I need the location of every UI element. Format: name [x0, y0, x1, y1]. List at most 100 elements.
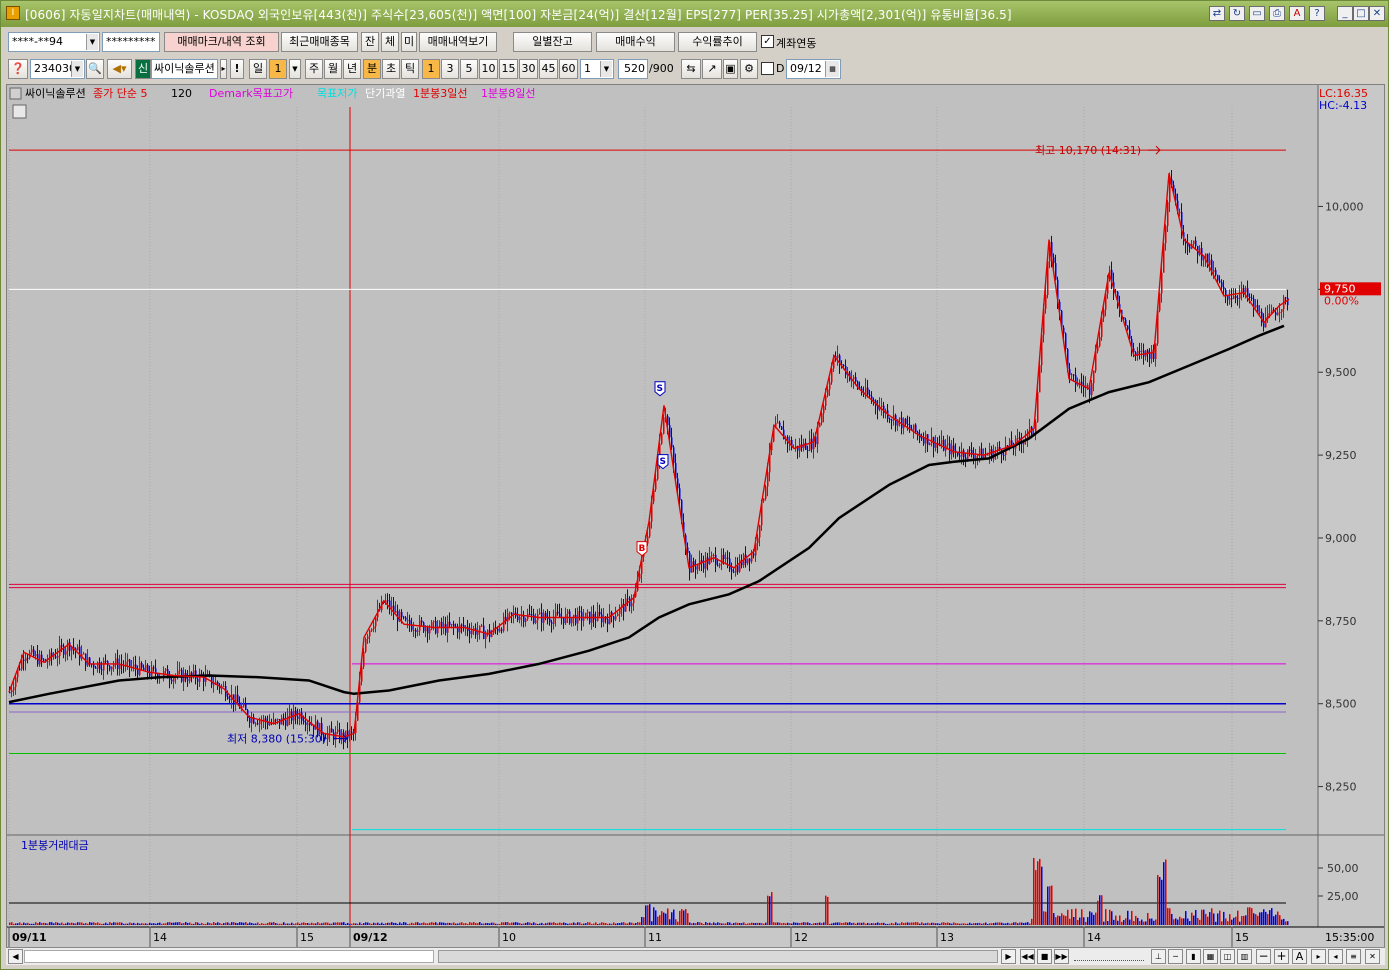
- scroll-left-icon[interactable]: ◀: [8, 949, 23, 964]
- line-tool-icon[interactable]: ↗: [702, 59, 722, 79]
- candle-body: [1055, 263, 1057, 280]
- volume-bar: [563, 922, 565, 925]
- date-picker[interactable]: 09/12 ▦: [786, 59, 841, 79]
- close-panel-icon[interactable]: ✕: [1365, 949, 1380, 964]
- tab-day-count[interactable]: 1: [269, 59, 287, 79]
- candle-body: [819, 422, 821, 427]
- candle-body: [1127, 325, 1129, 330]
- volume-bar: [761, 923, 763, 925]
- balance-button[interactable]: 잔: [361, 32, 379, 52]
- volume-bar: [849, 922, 851, 925]
- rewind-icon[interactable]: ◀◀: [1020, 949, 1035, 964]
- password-field[interactable]: *********: [102, 32, 160, 52]
- range-input[interactable]: 520: [618, 59, 648, 79]
- expand-icon[interactable]: ▸: [1311, 949, 1326, 964]
- zoom-out-icon[interactable]: −: [1256, 949, 1271, 964]
- volume-bar: [545, 923, 547, 925]
- trade-profit-button[interactable]: 매매수익: [596, 32, 675, 52]
- search-icon[interactable]: 🔍: [86, 59, 104, 79]
- unfilled-button[interactable]: 미: [401, 32, 417, 52]
- candle-body: [595, 619, 597, 621]
- refresh-icon[interactable]: ↻: [1229, 6, 1245, 21]
- minute-10[interactable]: 10: [479, 59, 498, 79]
- calendar-icon[interactable]: ▦: [825, 61, 839, 77]
- text-size-icon[interactable]: A: [1292, 949, 1307, 964]
- volume-bar: [861, 922, 863, 925]
- scroll-thumb[interactable]: [438, 950, 998, 963]
- minute-3[interactable]: 3: [441, 59, 459, 79]
- search-stock-icon[interactable]: ❓: [8, 59, 28, 79]
- fill-icon[interactable]: ▦: [1203, 949, 1218, 964]
- zoom-in-icon[interactable]: +: [1274, 949, 1289, 964]
- tab-day[interactable]: 일: [249, 59, 267, 79]
- bars-icon[interactable]: ▮: [1186, 949, 1201, 964]
- d-checkbox[interactable]: [761, 62, 774, 75]
- volume-bar: [215, 923, 217, 925]
- account-link-checkbox[interactable]: ✓: [761, 35, 774, 48]
- daily-balance-button[interactable]: 일별잔고: [513, 32, 592, 52]
- volume-bar: [789, 923, 791, 925]
- gear-icon[interactable]: ⚙: [740, 59, 758, 79]
- volume-bar: [661, 911, 663, 925]
- minute-45[interactable]: 45: [539, 59, 558, 79]
- minimize-icon[interactable]: _: [1337, 6, 1353, 21]
- chevron-down-icon[interactable]: ▼: [289, 59, 301, 79]
- minute-5[interactable]: 5: [460, 59, 478, 79]
- stock-name-field[interactable]: 싸이닉솔루션: [151, 59, 218, 79]
- scroll-right-icon[interactable]: ▶: [1001, 949, 1016, 964]
- alert-icon[interactable]: !: [230, 59, 244, 79]
- link-icon[interactable]: ⇄: [1209, 6, 1225, 21]
- account-select[interactable]: ****-**94 ▼: [8, 32, 100, 52]
- candle-body: [277, 719, 279, 721]
- volume-bar: [1065, 915, 1067, 925]
- minute-1[interactable]: 1: [422, 59, 440, 79]
- minute-60[interactable]: 60: [559, 59, 578, 79]
- settings-icon[interactable]: ≡: [1346, 949, 1361, 964]
- speaker-icon[interactable]: ◀▾: [107, 59, 132, 79]
- volume-bar: [269, 922, 271, 925]
- tab-week[interactable]: 주: [305, 59, 323, 79]
- tab-year[interactable]: 년: [343, 59, 361, 79]
- tab-second[interactable]: 초: [382, 59, 400, 79]
- forward-icon[interactable]: ▶▶: [1054, 949, 1069, 964]
- minute-30[interactable]: 30: [519, 59, 538, 79]
- volume-bar: [511, 922, 513, 925]
- split-icon[interactable]: ◫: [1220, 949, 1235, 964]
- indicator-icon[interactable]: ⇆: [681, 59, 701, 79]
- chart-area[interactable]: 10,0009,7509,5009,2509,0008,7508,5008,25…: [6, 84, 1385, 948]
- chevron-down-icon[interactable]: ▼: [86, 34, 98, 50]
- help-icon[interactable]: ?: [1309, 6, 1325, 21]
- tab-tick[interactable]: 틱: [401, 59, 419, 79]
- chart-scrollbar[interactable]: ◀ ▶ ◀◀ ■ ▶▶ ⊥ ─ ▮ ▦ ◫ ▥ − + A ▸ ◂ ≡ ✕: [6, 947, 1385, 965]
- recent-trades-button[interactable]: 최근매매종목: [281, 32, 358, 52]
- tab-month[interactable]: 월: [324, 59, 342, 79]
- chevron-down-icon[interactable]: ▼: [71, 61, 83, 77]
- stop-icon[interactable]: ■: [1037, 949, 1052, 964]
- trade-mark-button[interactable]: 매매마크/내역 조회: [164, 32, 279, 52]
- tab-minute[interactable]: 분: [363, 59, 381, 79]
- save-icon[interactable]: ▣: [723, 59, 738, 79]
- font-icon[interactable]: A: [1289, 6, 1305, 21]
- candle-body: [297, 716, 299, 719]
- minute-15[interactable]: 15: [499, 59, 518, 79]
- grid-icon[interactable]: ▥: [1237, 949, 1252, 964]
- volume-bar: [1203, 909, 1205, 925]
- print-icon[interactable]: ⎙: [1269, 6, 1285, 21]
- maximize-icon[interactable]: □: [1353, 6, 1369, 21]
- interval-count-select[interactable]: 1 ▼: [580, 59, 614, 79]
- collapse-icon[interactable]: ◂: [1328, 949, 1343, 964]
- line-icon[interactable]: ─: [1168, 949, 1183, 964]
- scroll-track[interactable]: [24, 950, 434, 963]
- close-icon[interactable]: ✕: [1369, 6, 1385, 21]
- stock-nav-icon[interactable]: ▸: [220, 59, 227, 79]
- chevron-down-icon[interactable]: ▼: [600, 61, 612, 77]
- executed-button[interactable]: 체: [381, 32, 399, 52]
- trade-history-button[interactable]: 매매내역보기: [419, 32, 497, 52]
- stock-code-select[interactable]: 234030 ▼: [30, 59, 85, 79]
- ruler-icon[interactable]: ⊥: [1151, 949, 1166, 964]
- zoom-slider[interactable]: [1074, 952, 1144, 961]
- volume-bar: [447, 922, 449, 925]
- price-chart[interactable]: 10,0009,7509,5009,2509,0008,7508,5008,25…: [7, 85, 1384, 947]
- screen-icon[interactable]: ▭: [1249, 6, 1265, 21]
- profit-trend-button[interactable]: 수익률추이: [678, 32, 757, 52]
